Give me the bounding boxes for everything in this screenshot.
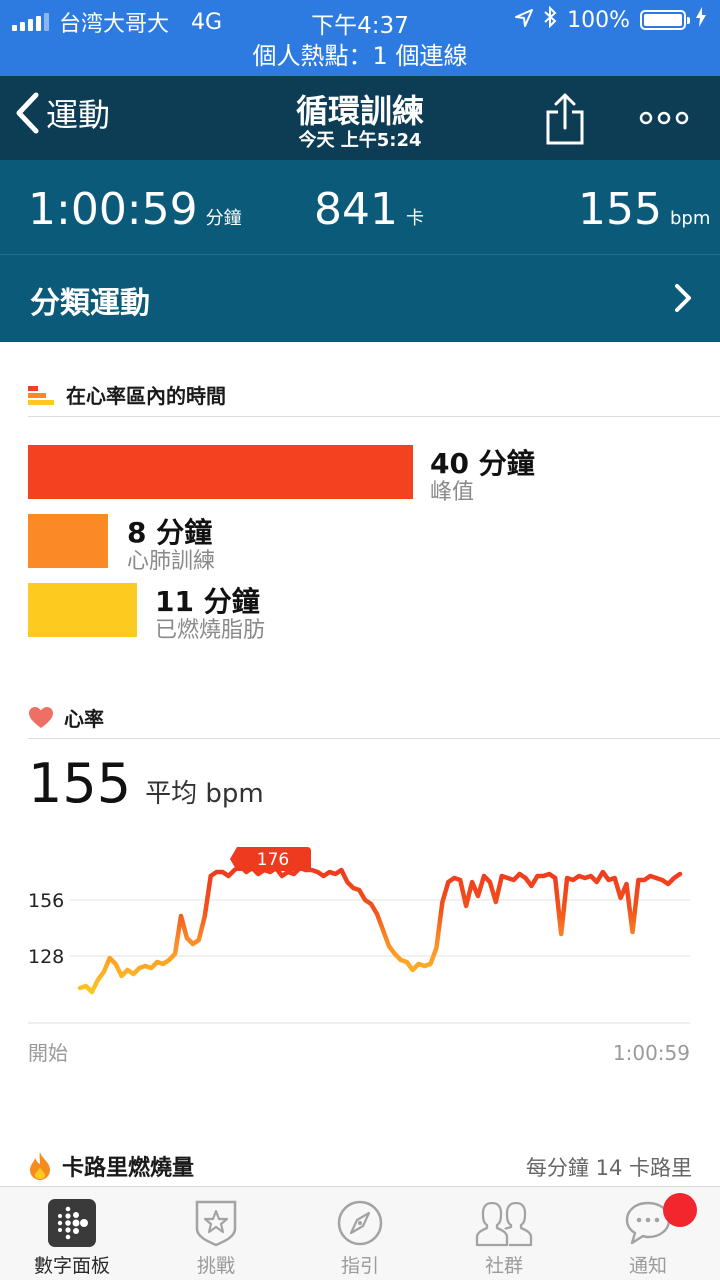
heart-rate-unit: bpm <box>669 208 711 229</box>
category-row[interactable]: 分類運動 <box>0 256 720 342</box>
peak-label: 176 <box>257 850 289 870</box>
category-label: 分類運動 <box>30 286 150 321</box>
status-bar: 台湾大哥大 4G 下午4:37 100% <box>0 0 720 40</box>
status-right: 100% <box>515 5 706 34</box>
calories-unit: 卡 <box>405 208 424 229</box>
calories-burned-title: 卡路里燃燒量 <box>62 1156 195 1181</box>
share-icon <box>546 93 584 145</box>
battery-percent: 100% <box>567 7 630 33</box>
heart-rate-metric: 155 bpm <box>578 184 710 235</box>
tab-community[interactable]: 社群 <box>432 1197 576 1278</box>
charging-icon <box>696 7 706 33</box>
tab-guidance[interactable]: 指引 <box>288 1197 432 1278</box>
zones-header: 在心率區內的時間 <box>28 380 226 409</box>
heart-rate-value: 155 <box>578 184 662 235</box>
calories-burned-header: 卡路里燃燒量 <box>28 1150 194 1182</box>
zones-title: 在心率區內的時間 <box>66 384 226 408</box>
fitbit-dashboard-icon <box>48 1199 96 1247</box>
zone-bar-cardio <box>28 514 108 568</box>
tab-challenges[interactable]: 挑戰 <box>144 1197 288 1278</box>
page-subtitle: 今天 上午5:24 <box>298 130 422 151</box>
star-badge-icon <box>195 1200 237 1247</box>
location-icon <box>515 8 534 33</box>
heart-rate-title: 心率 <box>64 707 104 731</box>
tab-guidance-label: 指引 <box>340 1255 379 1277</box>
peak-marker: 176 <box>230 847 311 871</box>
x-start-label: 開始 <box>28 1041 68 1065</box>
x-end-label: 1:00:59 <box>613 1041 690 1065</box>
tab-notifications[interactable]: 通知 <box>576 1197 720 1278</box>
zones-divider <box>28 416 720 417</box>
summary-divider <box>0 254 720 255</box>
zones-icon <box>28 385 54 405</box>
calories-burned-row[interactable]: 卡路里燃燒量 每分鐘 14 卡路里 <box>28 1148 692 1184</box>
heart-rate-line <box>77 863 683 995</box>
share-button[interactable] <box>545 92 585 150</box>
tab-dashboard[interactable]: 數字面板 <box>0 1197 144 1278</box>
y-tick-label: 128 <box>28 946 64 968</box>
tab-bar: 數字面板 挑戰 指引 社群 通知 <box>0 1186 720 1280</box>
zone-label-peak: 峰值 <box>430 480 475 505</box>
tab-dashboard-label: 數字面板 <box>33 1255 110 1277</box>
workout-summary: 1:00:59 分鐘 841 卡 155 bpm 分類運動 <box>0 160 720 342</box>
average-unit: 平均 bpm <box>145 779 264 809</box>
heart-rate-header: 心率 <box>28 703 104 732</box>
more-button[interactable] <box>634 106 694 130</box>
calories-metric: 841 卡 <box>314 184 424 235</box>
heart-rate-divider <box>28 738 720 739</box>
hotspot-banner[interactable]: 個人熱點：1 個連線 <box>0 40 720 76</box>
zone-label-fat-burn: 已燃燒脂肪 <box>155 618 266 643</box>
bluetooth-icon <box>543 5 557 34</box>
tab-community-label: 社群 <box>484 1255 523 1277</box>
flame-icon <box>30 1152 50 1180</box>
people-icon <box>475 1201 533 1247</box>
heart-icon <box>29 706 53 728</box>
compass-icon <box>337 1200 383 1246</box>
y-tick-label: 156 <box>28 890 64 912</box>
zone-bar-peak <box>28 445 413 499</box>
tab-challenges-label: 挑戰 <box>196 1255 235 1277</box>
zone-bar-fat-burn <box>28 583 137 637</box>
calories-per-minute: 每分鐘 14 卡路里 <box>525 1156 692 1180</box>
zone-label-cardio: 心肺訓練 <box>127 549 216 574</box>
more-icon <box>639 111 689 125</box>
duration-unit: 分鐘 <box>205 208 242 229</box>
duration-value: 1:00:59 <box>28 184 198 235</box>
calories-value: 841 <box>314 184 398 235</box>
nav-bar: 運動 循環訓練 今天 上午5:24 <box>0 76 720 160</box>
battery-icon <box>640 10 690 30</box>
duration-metric: 1:00:59 分鐘 <box>28 184 242 235</box>
heart-rate-chart: 156 128 176 開始 1:00:59 <box>28 847 690 1065</box>
tab-notifications-label: 通知 <box>628 1255 667 1277</box>
heart-rate-average: 155 平均 bpm <box>28 752 264 815</box>
average-value: 155 <box>28 752 132 815</box>
chevron-right-icon <box>675 284 691 312</box>
notification-badge <box>663 1193 697 1227</box>
